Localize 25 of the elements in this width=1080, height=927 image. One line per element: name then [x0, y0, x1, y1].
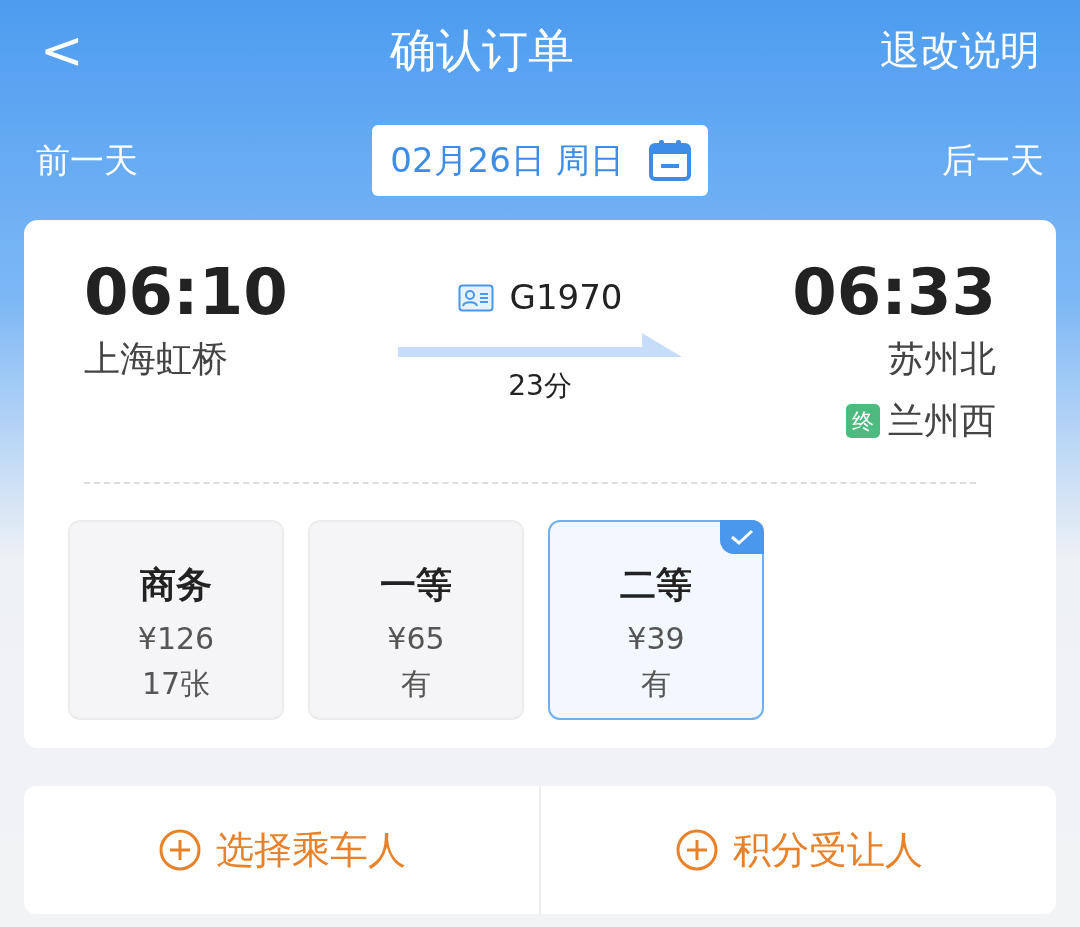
add-person-button[interactable]: 选择乘车人 — [24, 786, 539, 914]
add-person-button[interactable]: 积分受让人 — [541, 786, 1056, 914]
plus-circle-icon — [157, 828, 202, 872]
seat-option[interactable]: 商务 ¥126 17张 — [68, 520, 284, 720]
page-title: 确认订单 — [389, 21, 574, 79]
previous-day-link[interactable]: 前一天 — [36, 134, 138, 186]
departure-station: 上海虹桥 — [84, 337, 229, 381]
arrival-time: 06:33 — [792, 260, 996, 324]
date-selector[interactable]: 02月26日 周日 — [372, 124, 708, 196]
departure-time: 06:10 — [84, 260, 289, 324]
calendar-icon — [647, 138, 692, 182]
terminal-station: 兰州西 — [888, 399, 996, 443]
seat-option[interactable]: 二等 ¥39 有 — [548, 520, 764, 720]
refund-rules-link[interactable]: 退改说明 — [880, 20, 1040, 80]
terminal-badge: 终 — [846, 404, 880, 438]
seat-option[interactable]: 一等 ¥65 有 — [308, 520, 524, 720]
plus-circle-icon — [674, 828, 719, 872]
next-day-link[interactable]: 后一天 — [942, 134, 1044, 186]
back-button[interactable]: < — [40, 24, 84, 76]
direction-arrow-icon — [398, 331, 682, 357]
travel-duration: 23分 — [508, 368, 572, 404]
train-number: G1970 — [509, 276, 623, 319]
checkmark-icon — [720, 520, 764, 554]
id-card-icon — [457, 283, 494, 312]
arrival-station: 苏州北 — [888, 337, 996, 381]
